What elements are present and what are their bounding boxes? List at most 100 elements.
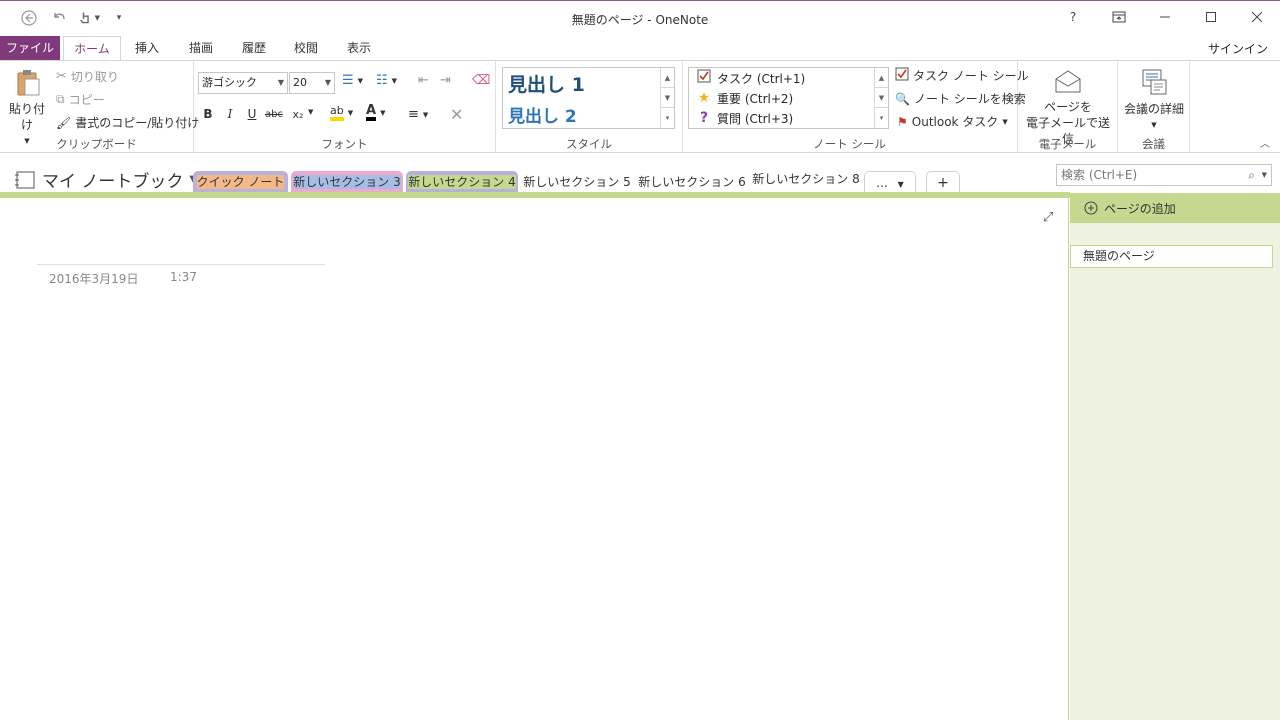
font-size-combo[interactable]: 20 ▼ — [289, 72, 335, 94]
page-canvas[interactable]: ⤢ 2016年3月19日 1:37 — [0, 198, 1069, 720]
subscript-button[interactable]: x₂ — [288, 103, 308, 125]
search-scope-dropdown-icon[interactable]: ▼ — [1262, 165, 1267, 185]
copy-button[interactable]: ⧉ コピー — [56, 91, 105, 108]
meeting-details-button[interactable]: 会議の詳細 ▼ — [1120, 67, 1188, 133]
question-icon: ? — [699, 110, 709, 126]
section-tab-section-8[interactable]: 新しいセクション 8 — [751, 166, 861, 193]
close-button[interactable] — [1234, 1, 1280, 33]
outlook-tasks-button[interactable]: ⚑ Outlook タスク ▼ — [897, 113, 1008, 130]
tag-question[interactable]: ? 質問 (Ctrl+3) — [691, 108, 871, 128]
chevron-down-icon: ▼ — [897, 180, 904, 189]
styles-scroll: ▲ ▼ ▾ — [660, 68, 674, 128]
tag-important[interactable]: ★ 重要 (Ctrl+2) — [691, 88, 871, 108]
find-tags-label: ノート シールを検索 — [913, 92, 1026, 106]
eraser-icon: ⌫ — [472, 73, 491, 88]
minimize-button[interactable] — [1142, 1, 1188, 33]
highlighter-icon: ab — [330, 105, 344, 121]
todo-tag-button[interactable]: タスク ノート シール — [895, 67, 1029, 84]
more-styles-button[interactable]: ▾ — [661, 108, 674, 128]
heading2-style[interactable]: 見出し 2 — [508, 102, 577, 127]
tags-group-label: ノート シール — [813, 137, 886, 151]
numbering-button[interactable]: ☷ ▼ — [376, 73, 397, 88]
section-tab-section-4[interactable]: 新しいセクション 4 — [406, 171, 518, 193]
format-painter-button[interactable]: 🖌 書式のコピー/貼り付け — [56, 114, 199, 131]
chevron-down-icon: ▼ — [1002, 117, 1008, 126]
underline-button[interactable]: U — [242, 103, 262, 125]
help-button[interactable]: ? — [1050, 1, 1096, 33]
clipboard-group: 貼り付け ▼ ✂ 切り取り ⧉ コピー 🖌 書式のコピー/貼り付け クリップボー… — [0, 61, 199, 154]
add-section-button[interactable]: + — [926, 171, 960, 193]
subscript-dropdown[interactable]: ▼ — [308, 108, 313, 116]
section-tab-section-6[interactable]: 新しいセクション 6 — [636, 171, 748, 193]
font-color-button[interactable]: A ▼ — [366, 104, 385, 121]
tab-review[interactable]: 校閲 — [283, 36, 329, 60]
tab-history[interactable]: 履歴 — [231, 36, 277, 60]
ribbon-display-options-button[interactable] — [1096, 1, 1142, 33]
maximize-icon — [1206, 12, 1216, 22]
find-tags-button[interactable]: 🔍 ノート シールを検索 — [895, 90, 1026, 107]
more-sections-label: ... — [876, 176, 888, 190]
flag-icon: ⚑ — [897, 114, 908, 129]
align-left-icon: ≡ — [408, 107, 419, 122]
chevron-down-icon: ▼ — [422, 110, 429, 119]
tab-file[interactable]: ファイル — [0, 36, 60, 60]
delete-button[interactable]: ✕ — [450, 105, 463, 124]
styles-gallery: 見出し 1 見出し 2 ▲ ▼ ▾ — [502, 67, 675, 129]
highlight-button[interactable]: ab ▼ — [330, 105, 353, 121]
decrease-indent-button[interactable]: ⇤ — [418, 73, 429, 88]
scroll-up-button[interactable]: ▲ — [661, 68, 674, 88]
font-name-combo[interactable]: 游ゴシック ▼ — [198, 72, 288, 94]
more-sections-button[interactable]: ... ▼ — [864, 171, 916, 193]
styles-group-label: スタイル — [566, 137, 612, 151]
strikethrough-button[interactable]: abc — [264, 103, 284, 125]
sign-in-link[interactable]: サインイン — [1208, 40, 1268, 57]
tag-todo[interactable]: タスク (Ctrl+1) — [691, 68, 871, 88]
ribbon: 貼り付け ▼ ✂ 切り取り ⧉ コピー 🖌 書式のコピー/貼り付け クリップボー… — [0, 60, 1280, 154]
section-tab-quick-notes[interactable]: クイック ノート — [193, 171, 288, 193]
find-tags-icon: 🔍 — [895, 91, 910, 106]
minimize-icon — [1160, 16, 1170, 18]
maximize-button[interactable] — [1188, 1, 1234, 33]
page-list-item[interactable]: 無題のページ — [1070, 245, 1273, 268]
add-page-button[interactable]: ページの追加 — [1070, 193, 1280, 223]
chevron-up-icon: ︿ — [1260, 139, 1270, 150]
section-tab-section-5[interactable]: 新しいセクション 5 — [521, 171, 633, 193]
full-page-view-button[interactable]: ⤢ — [1043, 210, 1053, 225]
notebook-name: マイ ノートブック — [42, 172, 184, 192]
scroll-up-button[interactable]: ▲ — [875, 68, 888, 88]
heading1-style[interactable]: 見出し 1 — [508, 70, 585, 97]
clear-formatting-button[interactable]: ⌫ — [472, 73, 490, 88]
outlook-tasks-label: Outlook タスク — [911, 115, 999, 129]
add-circle-icon — [1084, 201, 1098, 215]
numbered-list-icon: ☷ — [376, 73, 388, 88]
email-page-button[interactable]: ページを 電子メールで送信 — [1022, 67, 1114, 147]
search-input[interactable]: 検索 (Ctrl+E) ⌕ ▼ — [1056, 164, 1272, 186]
tab-view[interactable]: 表示 — [336, 36, 382, 60]
scroll-down-button[interactable]: ▼ — [661, 88, 674, 108]
tab-draw[interactable]: 描画 — [178, 36, 224, 60]
bold-button[interactable]: B — [198, 103, 218, 125]
bullets-button[interactable]: ☰ ▼ — [342, 73, 363, 88]
increase-indent-button[interactable]: ⇥ — [440, 73, 451, 88]
cut-button[interactable]: ✂ 切り取り — [56, 68, 119, 85]
cut-label: 切り取り — [70, 70, 119, 84]
collapse-ribbon-button[interactable]: ︿ — [1260, 135, 1270, 150]
italic-button[interactable]: I — [220, 103, 240, 125]
page-title-input[interactable] — [37, 264, 325, 265]
chevron-down-icon: ▼ — [391, 76, 398, 85]
meeting-details-label: 会議の詳細 — [1123, 102, 1184, 116]
more-tags-button[interactable]: ▾ — [875, 108, 888, 128]
window-controls: ? — [1050, 1, 1280, 33]
scroll-down-button[interactable]: ▼ — [875, 88, 888, 108]
copy-icon: ⧉ — [56, 92, 65, 106]
chevron-down-icon: ▼ — [347, 109, 354, 117]
notebook-selector[interactable]: マイ ノートブック ▼ — [14, 167, 197, 192]
tab-home[interactable]: ホーム — [63, 36, 121, 61]
tab-insert[interactable]: 挿入 — [124, 36, 170, 60]
paintbrush-icon: 🖌 — [56, 115, 72, 130]
section-tab-section-3[interactable]: 新しいセクション 3 — [291, 171, 403, 193]
tag-label: 重要 (Ctrl+2) — [717, 91, 794, 106]
search-placeholder: 検索 (Ctrl+E) — [1061, 168, 1138, 182]
ribbon-display-icon — [1112, 11, 1126, 23]
paragraph-alignment-button[interactable]: ≡ ▼ — [408, 107, 428, 122]
